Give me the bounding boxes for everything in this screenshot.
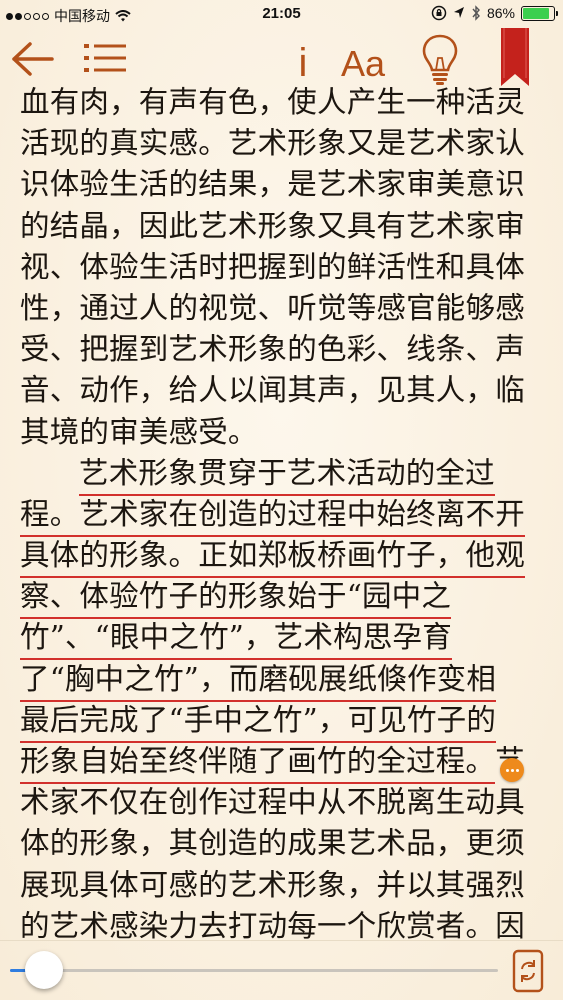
svg-text:i: i (299, 41, 308, 82)
info-icon: i (299, 41, 308, 85)
text-line: 其境的审美感受。 (20, 414, 258, 449)
brightness-button[interactable] (420, 32, 460, 86)
text-line: 受、把握到艺术形象的色彩、线条、声 (20, 332, 525, 367)
font-size-button[interactable]: Aa (338, 38, 388, 84)
note-marker-icon[interactable] (500, 758, 524, 782)
lightbulb-icon (422, 34, 458, 85)
text-line: 术家不仅在创作过程中从不脱离生动具 (20, 785, 525, 820)
rotate-screen-button[interactable] (512, 949, 544, 993)
underline-annotation[interactable]: 形象自始至终伴随了画竹的全过程。 (20, 744, 496, 784)
text-line: 血有肉，有声有色，使人产生一种活灵 (20, 85, 525, 119)
font-size-icon: Aa (341, 43, 386, 84)
battery-icon (521, 5, 558, 21)
highlighted-line[interactable]: 形象自始至终伴随了画竹的全过程。艺 (20, 741, 540, 784)
text-line: 音、动作，给人以闻其声，见其人，临 (20, 373, 525, 408)
highlighted-line[interactable]: 了“胸中之竹”，而磨砚展纸倏作变相 (20, 659, 540, 702)
underline-annotation[interactable]: 艺术形象贯穿于艺术活动的全过 (79, 455, 495, 496)
underline-annotation[interactable]: 竹”、“眼中之竹”，艺术构思孕育 (20, 620, 452, 661)
text-line: 视、体验生活时把握到的鲜活性和具体 (20, 249, 525, 284)
info-button[interactable]: i (290, 36, 316, 85)
text-line: 的结晶，因此艺术形象又具有艺术家审 (20, 208, 525, 243)
text-line: 活现的真实感。艺术形象又是艺术家认 (20, 126, 525, 161)
highlighted-line[interactable]: 察、体验竹子的形象始于“园中之 (20, 576, 540, 620)
back-arrow-icon (12, 42, 54, 76)
text-line: 性，通过人的视觉、听觉等感官能够感 (20, 290, 525, 325)
svg-text:Aa: Aa (341, 43, 386, 82)
rotate-screen-icon (512, 949, 544, 993)
text-line: 展现具体可感的艺术形象，并以其强烈 (20, 867, 525, 902)
status-right: 86% (431, 5, 558, 21)
location-icon (453, 7, 464, 18)
underline-annotation[interactable]: 察、体验竹子的形象始于“园中之 (20, 579, 452, 620)
rotation-lock-icon (431, 5, 447, 21)
underline-annotation[interactable]: 了“胸中之竹”，而磨砚展纸倏作变相 (20, 661, 497, 702)
reading-page: 血有肉，有声有色，使人产生一种活灵 活现的真实感。艺术形象又是艺术家认 识体验生… (20, 82, 540, 947)
bluetooth-icon (472, 5, 480, 21)
table-of-contents-icon (84, 44, 126, 72)
bookmark-button[interactable] (501, 28, 529, 86)
status-bar: 中国移动 21:05 86% (0, 0, 563, 28)
bookmark-icon (501, 28, 529, 86)
battery-level-fill (523, 7, 549, 19)
page-progress-slider[interactable] (10, 969, 498, 972)
text-line: 识体验生活的结果，是艺术家审美意识 (20, 167, 525, 202)
reader-toolbar: i Aa (0, 28, 563, 90)
table-of-contents-button[interactable] (82, 40, 128, 78)
underline-annotation[interactable]: 具体的形象。正如郑板桥画竹子，他观 (20, 538, 525, 579)
text-line: 体的形象，其创造的成果艺术品，更须 (20, 826, 525, 861)
underline-annotation[interactable]: 程。艺术家在创造的过程中始终离不开 (20, 496, 525, 537)
battery-percent: 86% (486, 5, 515, 21)
underline-annotation[interactable]: 最后完成了“手中之竹”，可见竹子的 (20, 702, 497, 743)
back-button[interactable] (10, 38, 56, 80)
bottom-bar (0, 940, 563, 1000)
highlighted-line[interactable]: 竹”、“眼中之竹”，艺术构思孕育 (20, 617, 540, 661)
highlighted-line[interactable]: 最后完成了“手中之竹”，可见竹子的 (20, 700, 540, 743)
highlighted-line[interactable]: 艺术形象贯穿于艺术活动的全过 (20, 453, 540, 496)
slider-thumb[interactable] (25, 951, 64, 989)
highlighted-line[interactable]: 具体的形象。正如郑板桥画竹子，他观 (20, 535, 540, 579)
highlighted-line[interactable]: 程。艺术家在创造的过程中始终离不开 (20, 494, 540, 537)
